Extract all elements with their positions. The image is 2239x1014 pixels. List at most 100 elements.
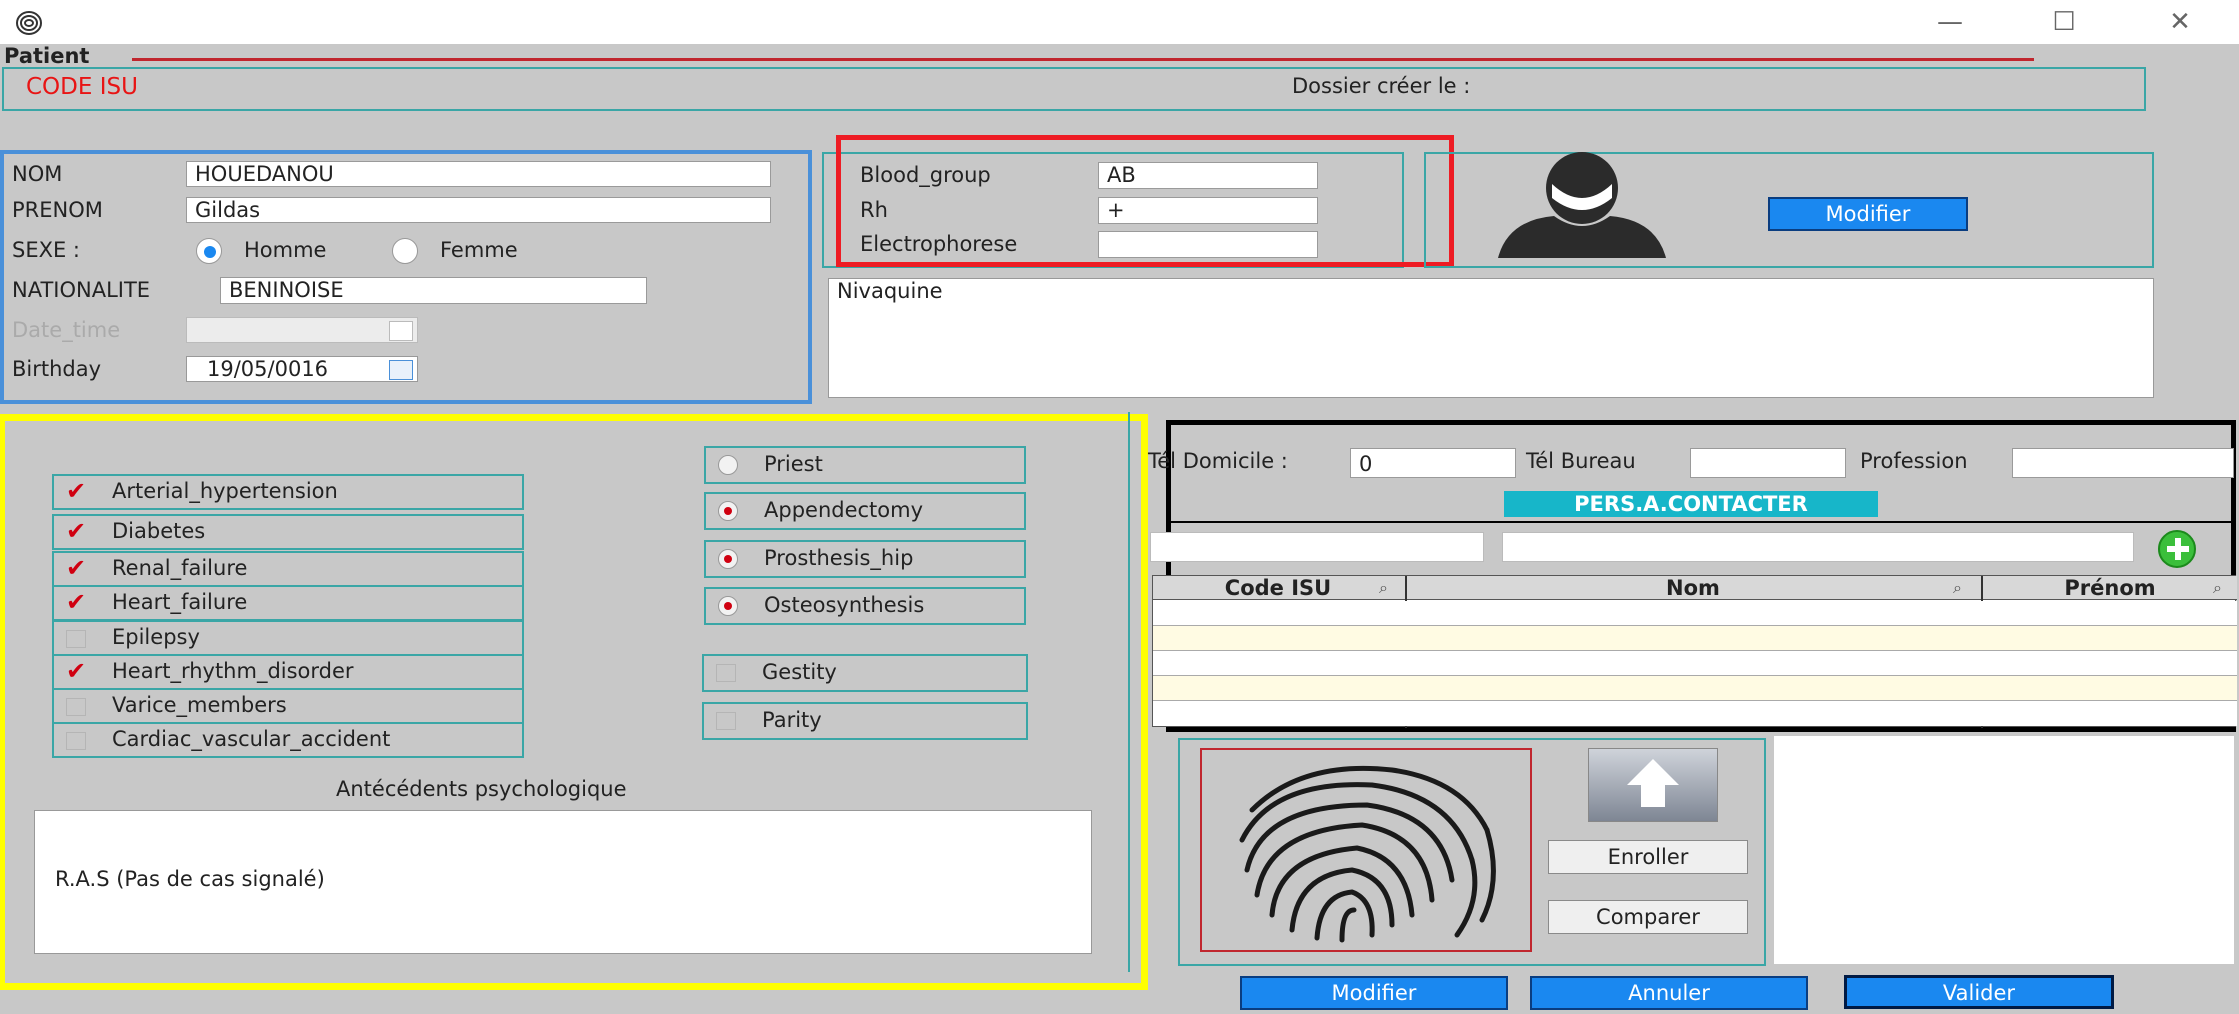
biometric-result-box [1774,736,2234,964]
rh-label: Rh [860,198,888,222]
checkbox-row[interactable]: Cardiac_vascular_accident [52,722,524,758]
checkbox-empty[interactable] [66,698,86,716]
column-header-nom[interactable]: Nom [1407,577,1979,599]
psy-title: Antécédents psychologique [336,777,627,801]
calendar-icon [389,321,413,341]
checkmark-icon[interactable]: ✔ [66,476,90,506]
checkbox-empty[interactable] [66,630,86,648]
table-row[interactable] [1153,601,2237,626]
column-header-prenom[interactable]: Prénom [1983,577,2237,599]
tab-underline [132,58,2034,61]
checkbox-label: Diabetes [112,519,206,543]
checkbox-label: Heart_rhythm_disorder [112,659,354,683]
option-label: Appendectomy [764,498,924,522]
checkbox-row[interactable]: ✔ Heart_failure [52,585,524,621]
checkbox-label: Heart_failure [112,590,248,614]
user-avatar-icon [1494,150,1670,258]
checkbox-label: Arterial_hypertension [112,479,338,503]
search-icon[interactable]: ⌕ [1953,578,1971,597]
profession-input[interactable] [2012,448,2234,478]
gestity-row[interactable]: Gestity [702,654,1028,692]
search-icon[interactable]: ⌕ [1379,578,1397,597]
electrophorese-input[interactable] [1098,231,1318,258]
checkbox-label: Cardiac_vascular_accident [112,727,391,751]
option-row[interactable]: Osteosynthesis [704,587,1026,625]
plus-icon[interactable] [2158,530,2196,568]
checkbox-empty[interactable] [66,732,86,750]
option-row[interactable]: Prosthesis_hip [704,540,1026,578]
checkbox-label: Renal_failure [112,556,248,580]
valider-button[interactable]: Valider [1844,975,2114,1009]
birthday-label: Birthday [12,357,102,381]
checkbox-row[interactable]: Epilepsy [52,620,524,656]
checkmark-icon[interactable]: ✔ [66,587,90,617]
femme-radio[interactable] [392,238,418,264]
checkbox-row[interactable]: Varice_members [52,688,524,724]
search-icon[interactable]: ⌕ [2213,578,2231,597]
nationalite-input[interactable]: BENINOISE [220,277,647,304]
fingerprint-scan-area [1200,748,1532,952]
table-row[interactable] [1153,676,2237,701]
enroller-button[interactable]: Enroller [1548,840,1748,874]
gestity-checkbox[interactable] [716,664,736,682]
calendar-icon[interactable] [389,360,413,380]
checkmark-icon[interactable]: ✔ [66,656,90,686]
option-label: Prosthesis_hip [764,546,914,570]
comparer-button[interactable]: Comparer [1548,900,1748,934]
parity-checkbox[interactable] [716,712,736,730]
radio-button[interactable] [718,455,738,475]
photo-modifier-button[interactable]: Modifier [1768,197,1968,231]
option-label: Priest [764,452,823,476]
checkbox-label: Epilepsy [112,625,200,649]
prenom-input[interactable]: Gildas [186,197,771,223]
table-row[interactable] [1153,626,2237,651]
nationalite-label: NATIONALITE [12,278,151,302]
checkbox-row[interactable]: ✔ Diabetes [52,514,524,550]
table-row[interactable] [1153,701,2237,726]
radio-button[interactable] [718,549,738,569]
psy-textarea[interactable]: R.A.S (Pas de cas signalé) [34,810,1092,954]
tel-bureau-input[interactable] [1690,448,1846,478]
checkmark-icon[interactable]: ✔ [66,516,90,546]
notes-value: Nivaquine [837,279,943,303]
dossier-created-label: Dossier créer le : [1292,74,1471,98]
minimize-button[interactable]: — [1920,4,1980,40]
homme-label: Homme [244,238,327,262]
close-button[interactable]: ✕ [2150,4,2210,40]
pers-contact-title: PERS.A.CONTACTER [1504,491,1878,517]
psy-value: R.A.S (Pas de cas signalé) [55,867,325,891]
tel-domicile-input[interactable]: 0 [1350,448,1516,478]
birthday-value: 19/05/0016 [207,357,329,381]
parity-row[interactable]: Parity [702,702,1028,740]
checkbox-label: Varice_members [112,693,287,717]
modifier-button[interactable]: Modifier [1240,976,1508,1010]
option-row[interactable]: Priest [704,446,1026,484]
checkbox-row[interactable]: ✔ Heart_rhythm_disorder [52,654,524,690]
contact-name-input[interactable] [1502,532,2134,562]
contact-search-input[interactable] [1150,532,1484,562]
femme-label: Femme [440,238,518,262]
parity-label: Parity [762,708,822,732]
radio-button[interactable] [718,501,738,521]
rh-input[interactable]: + [1098,197,1318,224]
nom-input[interactable]: HOUEDANOU [186,161,771,187]
checkbox-row[interactable]: ✔ Arterial_hypertension [52,474,524,510]
fingerprint-image [1239,765,1496,943]
arrow-up-icon[interactable] [1588,748,1718,822]
checkmark-icon[interactable]: ✔ [66,553,90,583]
option-label: Osteosynthesis [764,593,925,617]
date-time-label: Date_time [12,318,121,342]
nom-label: NOM [12,162,63,186]
blood-group-input[interactable]: AB [1098,162,1318,189]
notes-textarea[interactable]: Nivaquine [828,278,2154,398]
option-row[interactable]: Appendectomy [704,492,1026,530]
patient-tab-title[interactable]: Patient [4,44,89,68]
radio-button[interactable] [718,596,738,616]
table-row[interactable] [1153,651,2237,676]
birthday-input[interactable]: 19/05/0016 [186,356,418,382]
column-header-code-isu[interactable]: Code ISU [1153,577,1403,599]
maximize-button[interactable]: ☐ [2034,4,2094,40]
homme-radio[interactable] [196,238,222,264]
annuler-button[interactable]: Annuler [1530,976,1808,1010]
checkbox-row[interactable]: ✔ Renal_failure [52,551,524,587]
